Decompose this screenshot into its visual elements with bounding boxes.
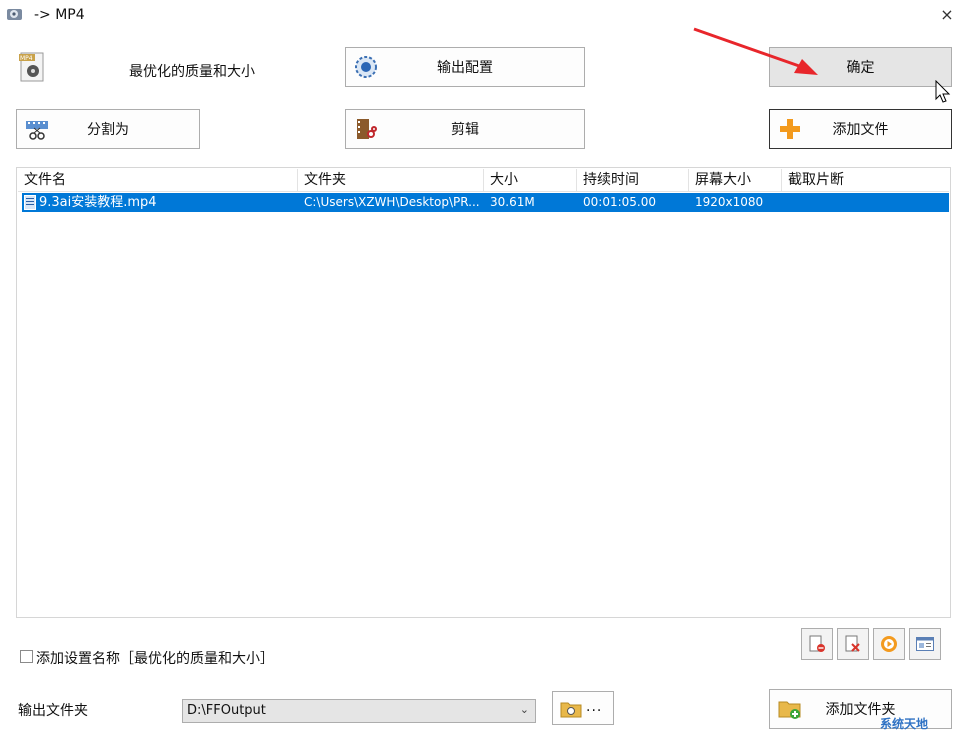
browse-folder-button[interactable]: ...: [552, 691, 614, 725]
remove-file-button[interactable]: [801, 628, 833, 660]
column-screen-size[interactable]: 屏幕大小: [689, 169, 782, 191]
output-config-button[interactable]: 输出配置: [345, 47, 585, 87]
output-config-label: 输出配置: [437, 60, 493, 76]
row-folder: C:\Users\XZWH\Desktop\PR...: [304, 195, 480, 209]
annotation-arrow: [693, 27, 818, 75]
column-clip[interactable]: 截取片断: [782, 169, 949, 191]
clear-list-button[interactable]: [837, 628, 869, 660]
gear-icon: [354, 55, 378, 79]
watermark-text: 系统天地: [880, 717, 929, 731]
plus-icon: [778, 117, 802, 141]
play-button[interactable]: [873, 628, 905, 660]
edit-button[interactable]: 剪辑: [345, 109, 585, 149]
edit-label: 剪辑: [451, 122, 479, 138]
list-header: 文件名 文件夹 大小 持续时间 屏幕大小 截取片断: [18, 169, 949, 192]
window-title: -> MP4: [34, 7, 85, 23]
app-icon: [6, 6, 24, 22]
video-file-icon: [24, 195, 36, 210]
output-folder-value: D:\FFOutput: [187, 703, 266, 718]
folder-camera-icon: [560, 700, 582, 718]
split-button[interactable]: 分割为: [16, 109, 200, 149]
add-file-button[interactable]: 添加文件: [769, 109, 952, 149]
row-duration: 00:01:05.00: [583, 195, 656, 209]
mp4-format-icon: MP4: [18, 51, 48, 83]
table-row[interactable]: 9.3ai安装教程.mp4 C:\Users\XZWH\Desktop\PR..…: [22, 193, 949, 212]
output-folder-select[interactable]: D:\FFOutput ⌄: [182, 699, 536, 723]
mouse-cursor-icon: [935, 80, 951, 103]
chevron-down-icon: ⌄: [519, 703, 529, 716]
close-button[interactable]: ×: [938, 6, 956, 24]
ok-label: 确定: [846, 60, 875, 76]
column-size[interactable]: 大小: [484, 169, 577, 191]
column-duration[interactable]: 持续时间: [577, 169, 689, 191]
add-setting-name-checkbox[interactable]: [20, 650, 33, 663]
split-label: 分割为: [87, 122, 129, 138]
add-setting-name-label: 添加设置名称［最优化的质量和大小］: [36, 651, 274, 667]
info-window-icon: [916, 637, 934, 651]
row-screen-size: 1920x1080: [695, 195, 764, 209]
row-filename: 9.3ai安装教程.mp4: [39, 195, 157, 210]
add-folder-icon: [778, 697, 802, 721]
row-clip: [788, 193, 938, 212]
add-file-label: 添加文件: [832, 122, 889, 138]
remove-file-icon: [809, 635, 825, 652]
scissors-film-icon: [25, 117, 49, 141]
svg-text:MP4: MP4: [20, 55, 33, 62]
browse-dots: ...: [586, 699, 603, 715]
output-folder-label: 输出文件夹: [18, 703, 88, 719]
film-cut-icon: [354, 117, 378, 141]
file-list[interactable]: 文件名 文件夹 大小 持续时间 屏幕大小 截取片断 9.3ai安装教程.mp4 …: [16, 167, 951, 618]
row-size: 30.61M: [490, 195, 535, 209]
clear-icon: [845, 635, 860, 652]
media-info-button[interactable]: [909, 628, 941, 660]
column-folder[interactable]: 文件夹: [298, 169, 484, 191]
profile-label: 最优化的质量和大小: [129, 64, 255, 80]
play-icon: [881, 636, 897, 652]
column-filename[interactable]: 文件名: [18, 169, 298, 191]
